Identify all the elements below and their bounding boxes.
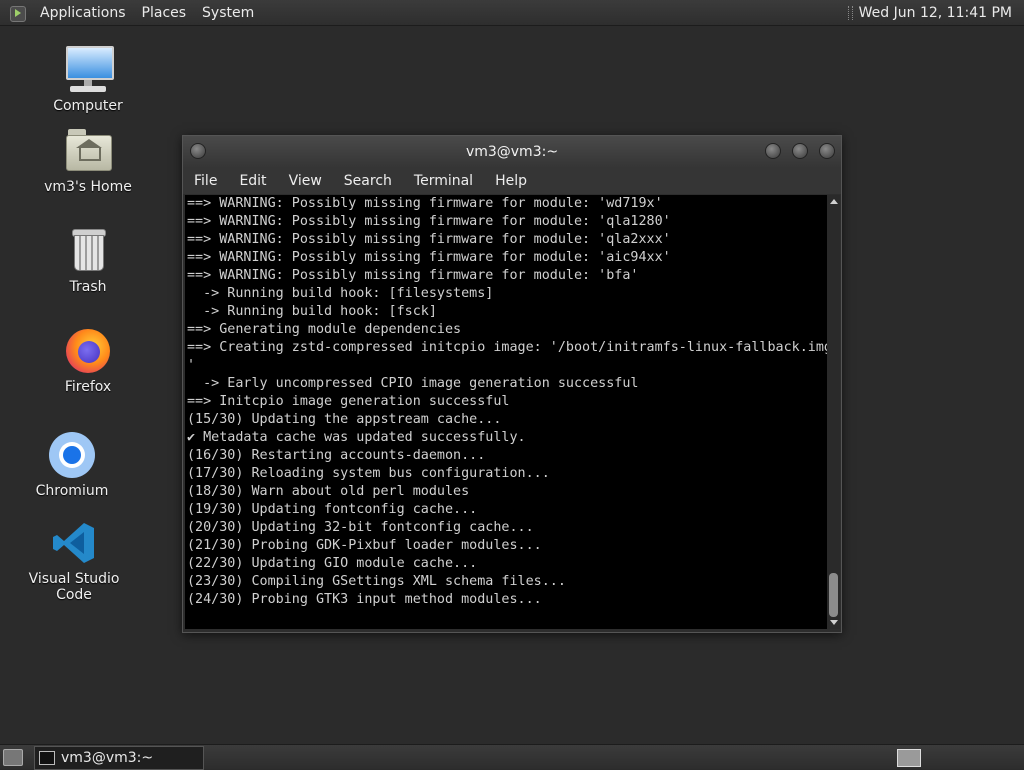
menu-edit[interactable]: Edit xyxy=(228,173,277,189)
desktop-icon-vscode[interactable]: Visual Studio Code xyxy=(14,517,134,603)
terminal-menubar: File Edit View Search Terminal Help xyxy=(183,168,841,194)
workspace-switcher[interactable] xyxy=(897,749,921,767)
terminal-line: (20/30) Updating 32-bit fontconfig cache… xyxy=(187,520,534,535)
taskbar-window-label: vm3@vm3:~ xyxy=(61,750,154,766)
scroll-up-icon[interactable] xyxy=(830,199,838,204)
desktop-icon-label: Chromium xyxy=(35,483,109,499)
clock[interactable]: Wed Jun 12, 11:41 PM xyxy=(859,5,1012,21)
terminal-line: (21/30) Probing GDK-Pixbuf loader module… xyxy=(187,538,542,553)
applications-logo-icon[interactable] xyxy=(10,5,26,22)
scrollbar-thumb[interactable] xyxy=(829,573,838,617)
terminal-line: ==> Creating zstd-compressed initcpio im… xyxy=(187,340,827,355)
show-desktop-icon[interactable] xyxy=(3,749,23,766)
desktop-icon-label: Firefox xyxy=(64,379,112,395)
menu-file[interactable]: File xyxy=(183,173,228,189)
desktop-icon-computer[interactable]: Computer xyxy=(28,44,148,114)
terminal-line: ==> WARNING: Possibly missing firmware f… xyxy=(187,268,639,283)
firefox-icon xyxy=(62,325,114,377)
terminal-line: (22/30) Updating GIO module cache... xyxy=(187,556,478,571)
terminal-line: ==> WARNING: Possibly missing firmware f… xyxy=(187,214,671,229)
home-folder-icon xyxy=(62,125,114,177)
terminal-line: -> Running build hook: [fsck] xyxy=(187,304,437,319)
menu-help[interactable]: Help xyxy=(484,173,538,189)
window-title: vm3@vm3:~ xyxy=(465,144,559,160)
close-button[interactable] xyxy=(819,143,835,159)
computer-icon xyxy=(62,44,114,96)
terminal-line: (16/30) Restarting accounts-daemon... xyxy=(187,448,486,463)
trash-icon xyxy=(62,225,114,277)
top-panel: Applications Places System Wed Jun 12, 1… xyxy=(0,0,1024,26)
terminal-line: (17/30) Reloading system bus configurati… xyxy=(187,466,550,481)
scroll-down-icon[interactable] xyxy=(830,620,838,625)
terminal-line: ==> Initcpio image generation successful xyxy=(187,394,510,409)
terminal-line: (24/30) Probing GTK3 input method module… xyxy=(187,592,542,607)
terminal-line: ✔ Metadata cache was updated successfull… xyxy=(187,430,526,445)
terminal-line: (19/30) Updating fontconfig cache... xyxy=(187,502,478,517)
window-titlebar[interactable]: vm3@vm3:~ xyxy=(183,136,841,168)
panel-drag-handle[interactable] xyxy=(847,5,853,20)
terminal-line: ==> WARNING: Possibly missing firmware f… xyxy=(187,232,671,247)
chromium-icon xyxy=(46,429,98,481)
desktop-icon-home[interactable]: vm3's Home xyxy=(28,125,148,195)
terminal-output[interactable]: ==> WARNING: Possibly missing firmware f… xyxy=(185,195,827,629)
desktop-icon-trash[interactable]: Trash xyxy=(28,225,148,295)
desktop-icon-label: Trash xyxy=(69,279,107,295)
terminal-line: (18/30) Warn about old perl modules xyxy=(187,484,470,499)
terminal-line: ==> Generating module dependencies xyxy=(187,322,462,337)
menu-places[interactable]: Places xyxy=(134,5,195,21)
terminal-window[interactable]: vm3@vm3:~ File Edit View Search Terminal… xyxy=(182,135,842,633)
menu-view[interactable]: View xyxy=(278,173,333,189)
terminal-line: -> Early uncompressed CPIO image generat… xyxy=(187,376,639,391)
menu-terminal[interactable]: Terminal xyxy=(403,173,484,189)
desktop-icon-label: Computer xyxy=(53,98,123,114)
terminal-line: ==> WARNING: Possibly missing firmware f… xyxy=(187,250,671,265)
desktop-icon-label: vm3's Home xyxy=(44,179,132,195)
terminal-line: -> Running build hook: [filesystems] xyxy=(187,286,494,301)
menu-system[interactable]: System xyxy=(194,5,262,21)
desktop-icon-chromium[interactable]: Chromium xyxy=(12,429,132,499)
taskbar-window-button[interactable]: vm3@vm3:~ xyxy=(34,746,204,770)
desktop-icon-label: Visual Studio Code xyxy=(28,571,120,603)
terminal-line: (23/30) Compiling GSettings XML schema f… xyxy=(187,574,566,589)
menu-search[interactable]: Search xyxy=(333,173,403,189)
minimize-button[interactable] xyxy=(765,143,781,159)
terminal-icon xyxy=(39,751,55,765)
terminal-line: ==> WARNING: Possibly missing firmware f… xyxy=(187,196,663,211)
maximize-button[interactable] xyxy=(792,143,808,159)
vscode-icon xyxy=(48,517,100,569)
bottom-panel: vm3@vm3:~ xyxy=(0,744,1024,770)
menu-applications[interactable]: Applications xyxy=(32,5,134,21)
desktop-icon-firefox[interactable]: Firefox xyxy=(28,325,148,395)
terminal-scrollbar[interactable] xyxy=(827,195,840,629)
terminal-line: ' xyxy=(187,358,196,373)
terminal-line: (15/30) Updating the appstream cache... xyxy=(187,412,502,427)
